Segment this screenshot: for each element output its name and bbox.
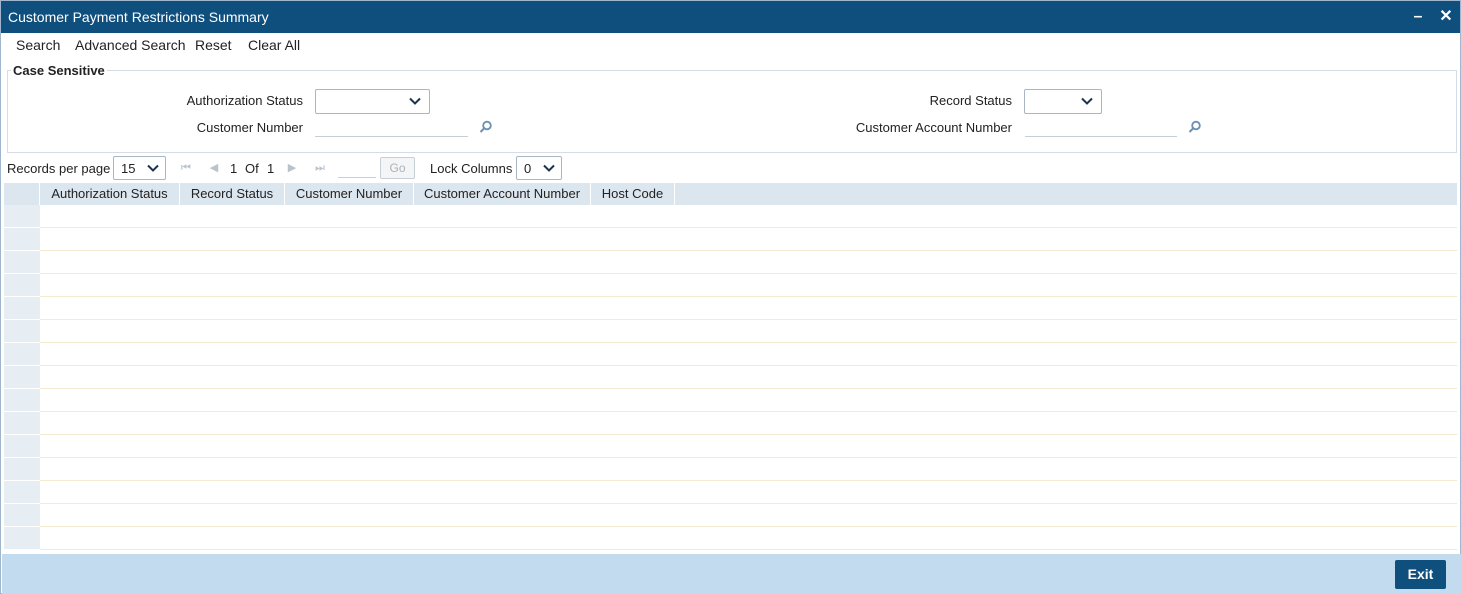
row-selector[interactable] [4,527,40,550]
window-title: Customer Payment Restrictions Summary [8,9,269,25]
go-button[interactable]: Go [380,157,415,179]
lock-columns-label: Lock Columns [430,161,513,176]
chevron-down-icon [1081,97,1093,105]
toolbar: Search Advanced Search Reset Clear All [1,33,1460,57]
row-selector[interactable] [4,297,40,320]
customer-account-number-label: Customer Account Number [855,120,1012,135]
customer-number-lookup-icon[interactable] [479,120,493,134]
row-selector[interactable] [4,458,40,481]
table-row[interactable] [4,389,1457,412]
record-status-select[interactable] [1024,89,1102,114]
advanced-search-button[interactable]: Advanced Search [75,37,186,53]
goto-page-input[interactable] [338,156,376,178]
column-header[interactable]: Record Status [180,183,285,205]
row-selector[interactable] [4,389,40,412]
next-page-icon[interactable]: ▶ [285,160,299,176]
authorization-status-select[interactable] [315,89,430,114]
row-selector[interactable] [4,504,40,527]
customer-account-number-lookup-icon[interactable] [1188,120,1202,134]
column-header[interactable]: Customer Account Number [414,183,591,205]
table-row[interactable] [4,274,1457,297]
first-page-icon[interactable]: ⏮ [179,160,193,176]
search-criteria-panel [7,70,1457,153]
record-status-label: Record Status [929,93,1012,108]
table-row[interactable] [4,481,1457,504]
exit-button[interactable]: Exit [1395,560,1446,589]
table-row[interactable] [4,527,1457,550]
row-selector[interactable] [4,366,40,389]
customer-number-input[interactable] [315,115,468,137]
column-header[interactable]: Customer Number [285,183,414,205]
customer-number-label: Customer Number [196,120,303,135]
table-row[interactable] [4,435,1457,458]
authorization-status-label: Authorization Status [186,93,303,108]
records-per-page-value: 15 [121,161,136,176]
table-row[interactable] [4,205,1457,228]
pagination-bar: Records per page 15 ⏮ ◀ 1 Of 1 ▶ ⏭ Go Lo… [1,156,1460,180]
case-sensitive-legend: Case Sensitive [11,63,107,78]
table-row[interactable] [4,297,1457,320]
column-header[interactable]: Authorization Status [40,183,180,205]
table-row[interactable] [4,366,1457,389]
grid-body [4,205,1457,550]
row-selector[interactable] [4,320,40,343]
row-selector[interactable] [4,412,40,435]
previous-page-icon[interactable]: ◀ [207,160,221,176]
current-page: 1 [230,161,238,176]
search-button[interactable]: Search [16,37,60,53]
column-header[interactable]: Host Code [591,183,675,205]
row-selector[interactable] [4,205,40,228]
table-row[interactable] [4,251,1457,274]
records-per-page-label: Records per page [7,161,111,176]
row-selector[interactable] [4,481,40,504]
total-pages: 1 [267,161,275,176]
of-label: Of [245,161,259,176]
results-grid: Authorization Status Record Status Custo… [4,183,1457,551]
row-selector[interactable] [4,343,40,366]
chevron-down-icon [543,164,555,172]
last-page-icon[interactable]: ⏭ [313,160,327,176]
row-selector[interactable] [4,435,40,458]
clear-all-button[interactable]: Clear All [248,37,300,53]
table-row[interactable] [4,458,1457,481]
grid-header: Authorization Status Record Status Custo… [4,183,1457,205]
minimize-icon[interactable]: – [1409,7,1427,27]
reset-button[interactable]: Reset [195,37,232,53]
chevron-down-icon [409,97,421,105]
table-row[interactable] [4,343,1457,366]
select-all-header[interactable] [4,183,40,205]
lock-columns-value: 0 [524,161,532,176]
table-row[interactable] [4,228,1457,251]
row-selector[interactable] [4,251,40,274]
customer-account-number-input[interactable] [1025,115,1177,137]
table-row[interactable] [4,504,1457,527]
row-selector[interactable] [4,274,40,297]
records-per-page-select[interactable]: 15 [113,156,166,180]
close-icon[interactable]: ✕ [1437,7,1455,27]
chevron-down-icon [147,164,159,172]
summary-window: Customer Payment Restrictions Summary – … [0,0,1461,594]
table-row[interactable] [4,320,1457,343]
title-bar: Customer Payment Restrictions Summary – … [1,1,1460,33]
lock-columns-select[interactable]: 0 [516,156,562,180]
footer-bar: Exit [2,554,1461,594]
row-selector[interactable] [4,228,40,251]
table-row[interactable] [4,412,1457,435]
